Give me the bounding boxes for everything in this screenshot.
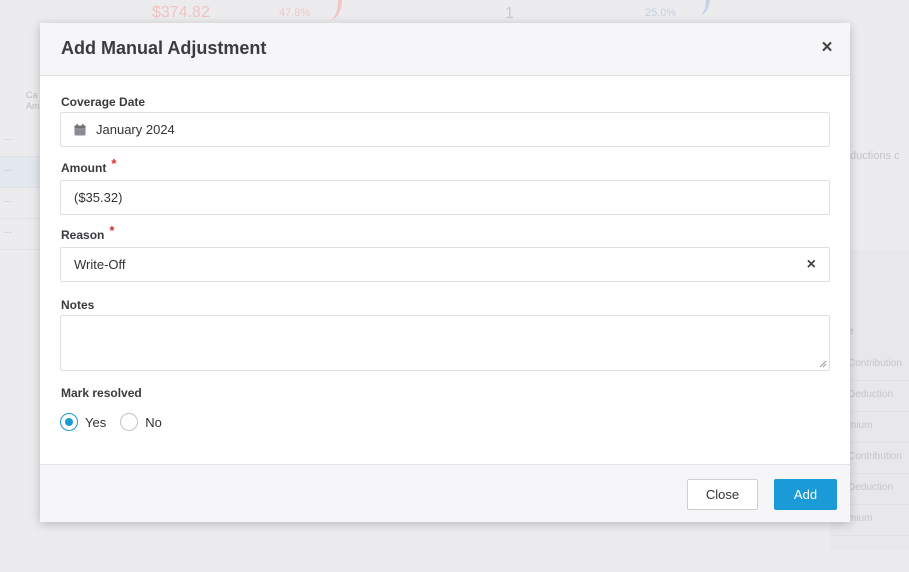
reason-label-text: Reason (61, 228, 105, 242)
amount-value: ($35.32) (74, 190, 123, 205)
coverage-date-field[interactable]: January 2024 (60, 112, 830, 147)
add-button[interactable]: Add (774, 479, 837, 510)
notes-label: Notes (61, 298, 95, 312)
close-button[interactable]: Close (687, 479, 758, 510)
summary-amount: $374.82 (152, 4, 210, 21)
dialog-footer: Close Add (40, 464, 850, 522)
column-header: Ca Am (26, 90, 40, 111)
close-icon[interactable]: × (818, 38, 836, 57)
reason-label: Reason * (61, 223, 114, 242)
mark-resolved-label: Mark resolved (61, 386, 142, 400)
radio-yes[interactable]: Yes (60, 413, 106, 431)
dialog-title: Add Manual Adjustment (61, 38, 267, 58)
notes-textarea[interactable] (60, 315, 830, 371)
summary-percent-secondary: 25.0% (645, 7, 677, 19)
radio-selected-icon (60, 413, 78, 431)
dialog-header: Add Manual Adjustment × (40, 23, 850, 76)
radio-yes-label: Yes (85, 414, 107, 430)
amount-input[interactable]: ($35.32) (60, 180, 830, 215)
required-marker: * (111, 156, 117, 171)
coverage-date-value: January 2024 (96, 122, 175, 137)
required-marker: * (109, 223, 115, 238)
mark-resolved-radio-group: Yes No (60, 413, 176, 431)
background-table-left: Ca Am ... ... ... ... (0, 90, 40, 250)
table-row: ... (0, 126, 40, 157)
resize-handle-icon[interactable] (819, 360, 827, 368)
side-panel-text: ductions c (850, 150, 900, 162)
clear-icon[interactable]: × (807, 257, 816, 273)
radio-no[interactable]: No (120, 413, 162, 431)
radio-no-label: No (145, 414, 162, 430)
donut-chart-fragment-secondary (690, 0, 710, 15)
summary-count: 1 (505, 5, 514, 22)
donut-chart-fragment (318, 0, 342, 20)
add-manual-adjustment-dialog: Add Manual Adjustment × Coverage Date Ja… (40, 23, 850, 522)
table-row: ... (0, 188, 40, 219)
summary-percent: 47.8% (279, 7, 311, 19)
reason-value: Write-Off (74, 257, 126, 272)
calendar-icon (74, 123, 86, 136)
table-row: ... (0, 219, 40, 250)
amount-label: Amount * (61, 156, 116, 175)
coverage-date-label: Coverage Date (61, 95, 146, 109)
table-row: ... (0, 157, 40, 188)
reason-select[interactable]: Write-Off × (60, 247, 830, 282)
radio-unselected-icon (120, 413, 139, 431)
amount-label-text: Amount (61, 161, 107, 175)
